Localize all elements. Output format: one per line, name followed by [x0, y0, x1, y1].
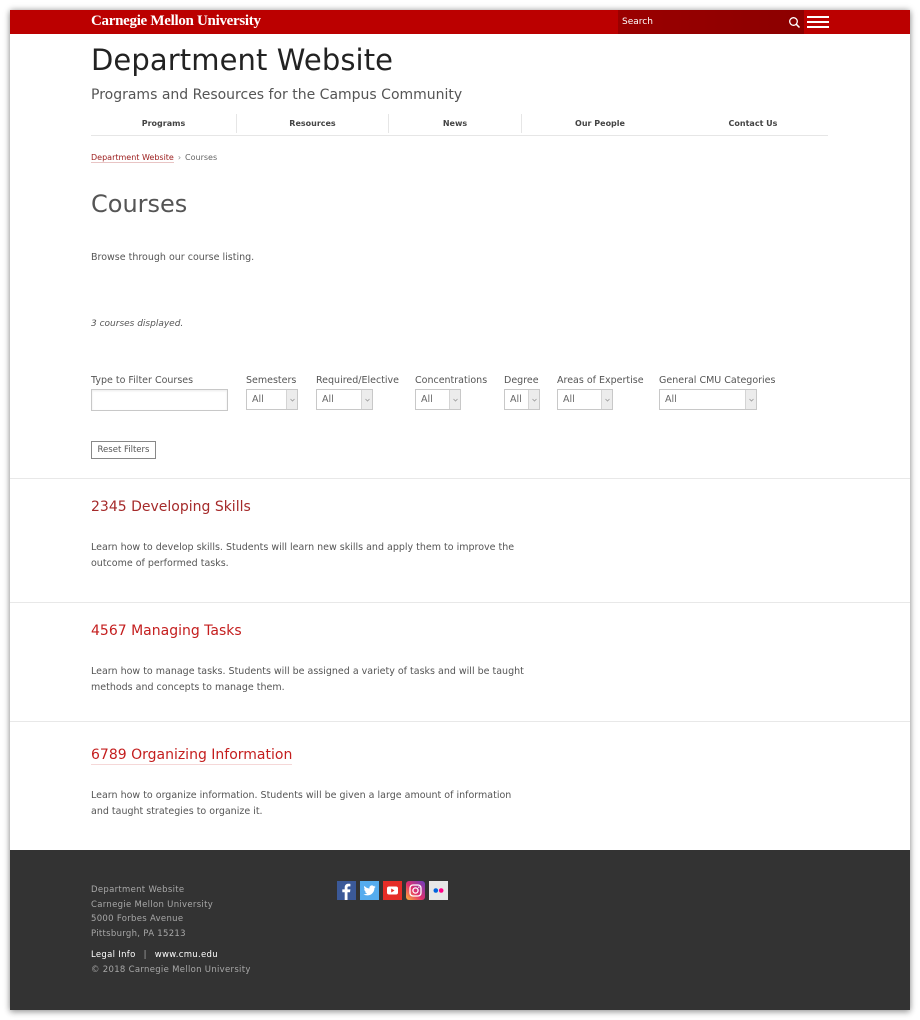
- chevron-down-icon: [286, 390, 297, 409]
- page-title: Courses: [91, 190, 188, 218]
- chevron-down-icon: [745, 390, 756, 409]
- required-elective-label: Required/Elective: [316, 375, 400, 386]
- degree-value: All: [510, 394, 522, 405]
- text-filter-input[interactable]: [91, 389, 228, 411]
- semesters-filter-group: Semesters All: [246, 375, 298, 410]
- semesters-value: All: [252, 394, 264, 405]
- course-description: Learn how to organize information. Stude…: [91, 790, 512, 817]
- instagram-icon[interactable]: [406, 881, 425, 900]
- search-input[interactable]: [622, 10, 782, 34]
- footer-link-separator: |: [143, 950, 147, 960]
- chevron-down-icon: [601, 390, 612, 409]
- footer-address: Department Website Carnegie Mellon Unive…: [91, 883, 213, 941]
- footer-address-line: Department Website: [91, 885, 185, 895]
- nav-item-contact-us[interactable]: Contact Us: [678, 114, 828, 133]
- youtube-icon[interactable]: [383, 881, 402, 900]
- text-filter-label: Type to Filter Courses: [91, 375, 194, 386]
- text-filter-group: Type to Filter Courses: [91, 375, 228, 411]
- chevron-down-icon: [528, 390, 539, 409]
- semesters-select[interactable]: All: [246, 389, 298, 410]
- areas-of-expertise-filter-group: Areas of Expertise All: [557, 375, 644, 410]
- hamburger-menu-icon[interactable]: [807, 16, 829, 28]
- main-nav: Programs Resources News Our People Conta…: [91, 113, 828, 136]
- divider: [10, 721, 910, 722]
- flickr-icon[interactable]: [429, 881, 448, 900]
- breadcrumb-home-link[interactable]: Department Website: [91, 153, 174, 163]
- page-card: Carnegie Mellon University Department We…: [10, 10, 910, 1010]
- general-cmu-categories-filter-group: General CMU Categories All: [659, 375, 775, 410]
- concentrations-select[interactable]: All: [415, 389, 461, 410]
- search-box: [618, 10, 804, 34]
- site-title: Department Website: [91, 43, 394, 77]
- required-elective-value: All: [322, 394, 334, 405]
- semesters-label: Semesters: [246, 375, 297, 386]
- chevron-down-icon: [449, 390, 460, 409]
- site-subtitle: Programs and Resources for the Campus Co…: [91, 87, 463, 103]
- facebook-icon[interactable]: [337, 881, 356, 900]
- breadcrumb-separator: ›: [177, 153, 182, 162]
- degree-select[interactable]: All: [504, 389, 540, 410]
- course-description: Learn how to manage tasks. Students will…: [91, 666, 524, 693]
- search-icon[interactable]: [788, 15, 802, 29]
- required-elective-filter-group: Required/Elective All: [316, 375, 399, 410]
- copyright: © 2018 Carnegie Mellon University: [91, 965, 251, 975]
- nav-item-our-people[interactable]: Our People: [522, 114, 678, 133]
- concentrations-label: Concentrations: [415, 375, 488, 386]
- course-title-link[interactable]: 2345 Developing Skills: [91, 499, 251, 515]
- course-count: 3 courses displayed.: [91, 319, 184, 329]
- page-intro: Browse through our course listing.: [91, 252, 255, 263]
- footer: Department Website Carnegie Mellon Unive…: [10, 850, 910, 1010]
- course-description: Learn how to develop skills. Students wi…: [91, 542, 515, 569]
- general-cmu-categories-label: General CMU Categories: [659, 375, 776, 386]
- concentrations-filter-group: Concentrations All: [415, 375, 487, 410]
- breadcrumb: Department Website › Courses: [91, 153, 218, 163]
- twitter-icon[interactable]: [360, 881, 379, 900]
- cmu-website-link[interactable]: www.cmu.edu: [155, 950, 218, 960]
- areas-of-expertise-label: Areas of Expertise: [557, 375, 644, 386]
- footer-address-line: Carnegie Mellon University: [91, 899, 214, 910]
- areas-of-expertise-value: All: [563, 394, 575, 405]
- course-title-link[interactable]: 4567 Managing Tasks: [91, 623, 242, 639]
- nav-item-news[interactable]: News: [389, 114, 522, 133]
- degree-label: Degree: [504, 375, 539, 386]
- required-elective-select[interactable]: All: [316, 389, 373, 410]
- chevron-down-icon: [361, 390, 372, 409]
- cmu-logo[interactable]: Carnegie Mellon University: [91, 13, 261, 30]
- breadcrumb-current: Courses: [185, 153, 218, 162]
- footer-address-line: Pittsburgh, PA 15213: [91, 928, 186, 939]
- divider: [10, 602, 910, 603]
- general-cmu-categories-select[interactable]: All: [659, 389, 757, 410]
- social-links: [337, 881, 448, 900]
- concentrations-value: All: [421, 394, 433, 405]
- reset-filters-button[interactable]: Reset Filters: [91, 441, 156, 459]
- footer-links: Legal Info | www.cmu.edu: [91, 950, 218, 960]
- top-bar: Carnegie Mellon University: [10, 10, 910, 34]
- legal-info-link[interactable]: Legal Info: [91, 950, 136, 960]
- nav-item-programs[interactable]: Programs: [91, 114, 237, 133]
- divider: [10, 478, 910, 479]
- areas-of-expertise-select[interactable]: All: [557, 389, 613, 410]
- degree-filter-group: Degree All: [504, 375, 540, 410]
- course-title-link[interactable]: 6789 Organizing Information: [91, 747, 293, 765]
- nav-item-resources[interactable]: Resources: [237, 114, 389, 133]
- footer-address-line: 5000 Forbes Avenue: [91, 914, 184, 925]
- general-cmu-categories-value: All: [665, 394, 677, 405]
